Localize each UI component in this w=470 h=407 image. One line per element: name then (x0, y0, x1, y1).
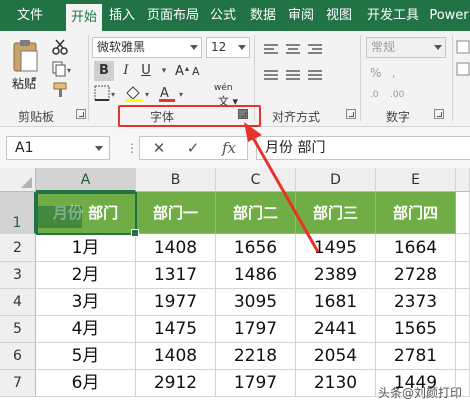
watermark: 头条@刘颜打印 (377, 386, 462, 400)
annotation-arrow (244, 122, 320, 253)
